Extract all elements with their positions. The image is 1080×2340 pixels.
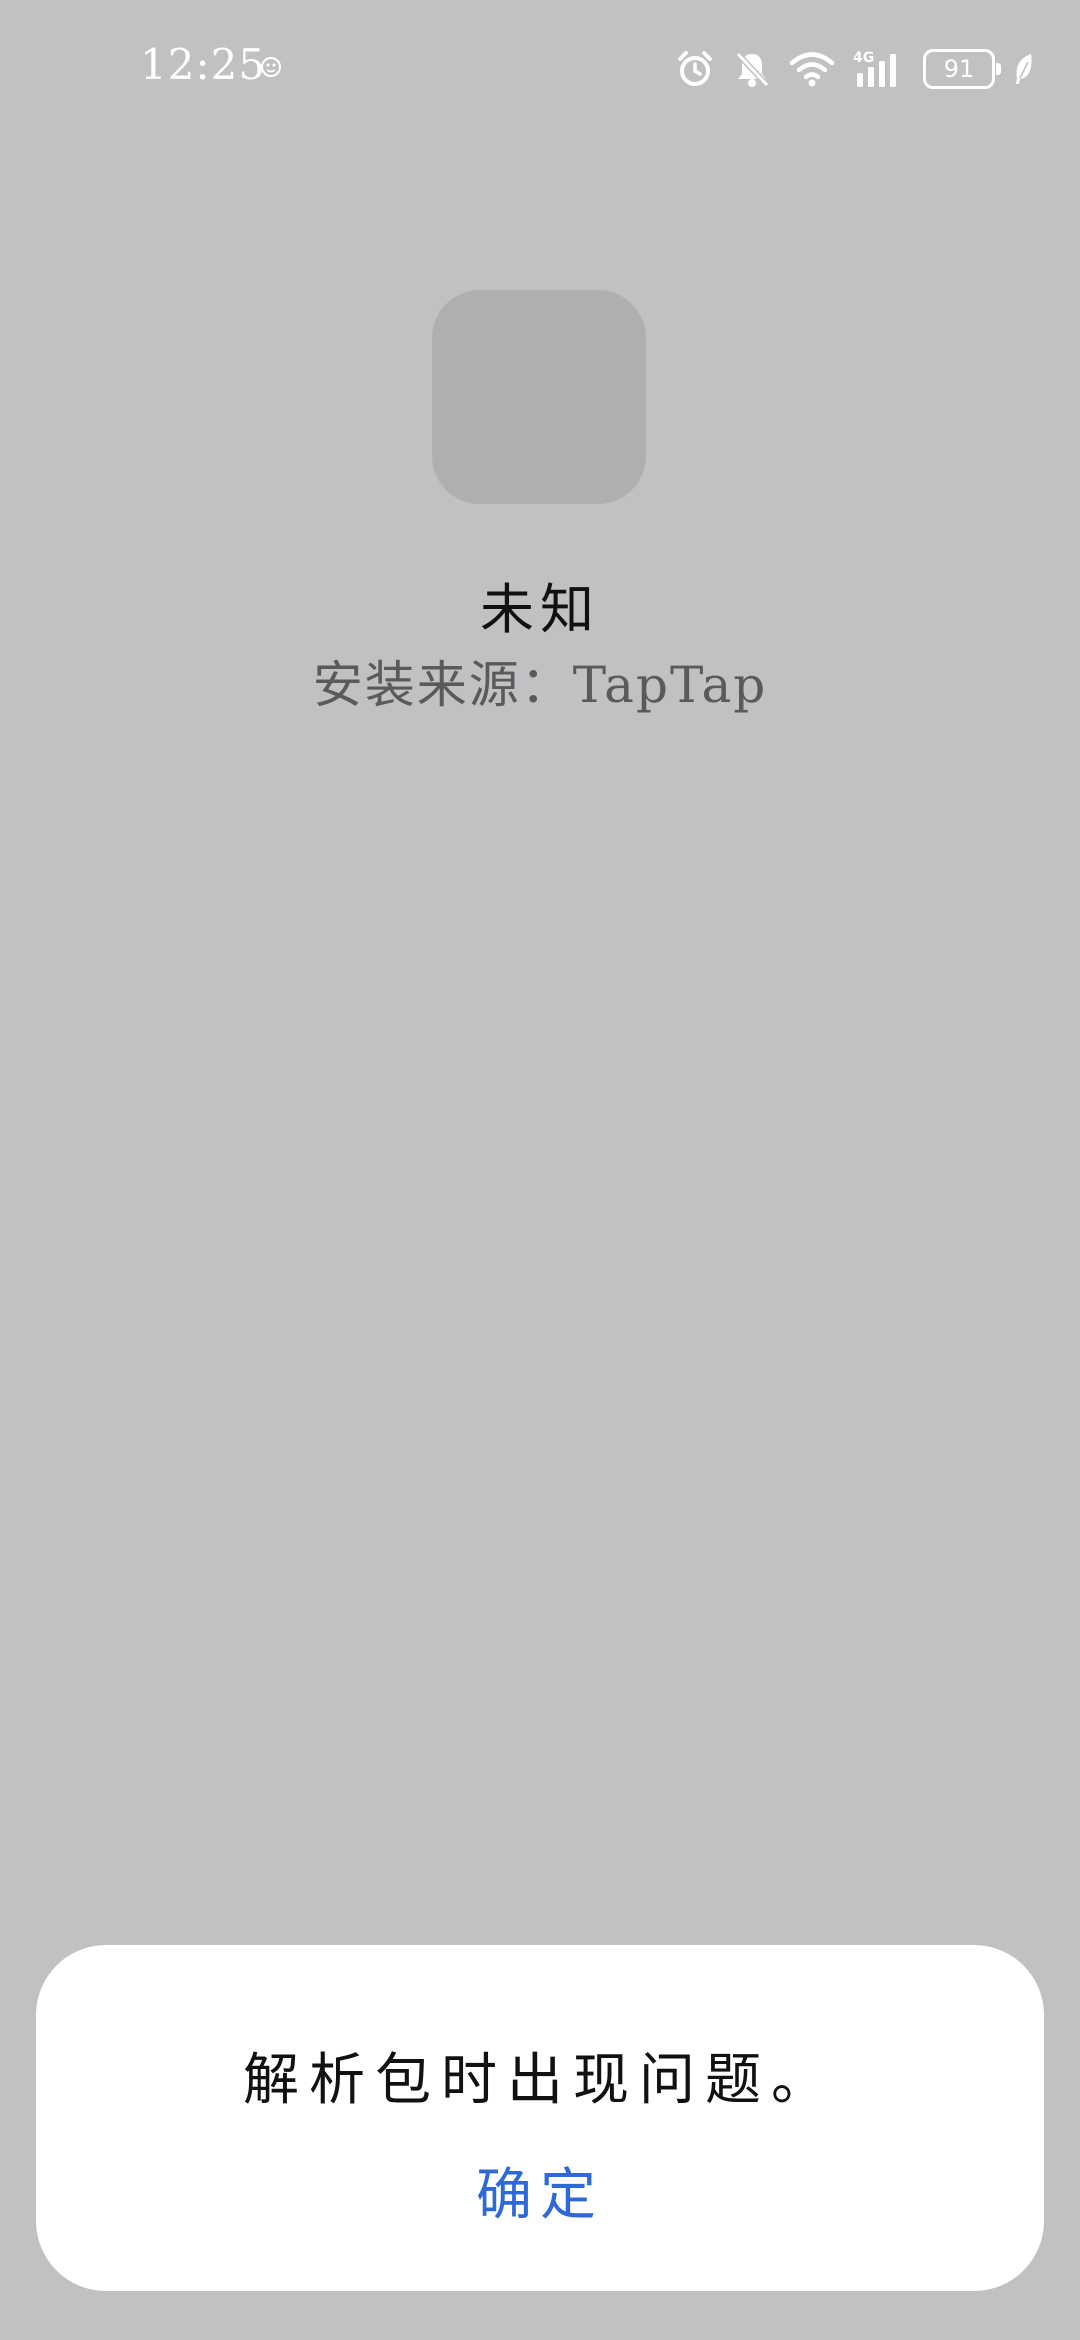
4g-signal-icon: 4G [853, 49, 905, 89]
app-icon-placeholder [432, 290, 646, 504]
bell-muted-icon [733, 49, 771, 89]
status-icons: 4G 91 [675, 44, 1035, 94]
status-time: 12:25 [140, 40, 267, 89]
leaf-icon [1013, 52, 1035, 86]
error-dialog: 解析包时出现问题。 确定 [36, 1945, 1044, 2291]
status-bar: 12:25 4G 91 [0, 0, 1080, 140]
installer-screen: 12:25 4G 91 未知 安装来源：TapTap 解析包时出现问题。 确定 [0, 0, 1080, 2340]
install-source: 安装来源：TapTap [312, 656, 768, 714]
battery-icon: 91 [923, 49, 1001, 89]
dialog-message: 解析包时出现问题。 [243, 2048, 837, 2113]
svg-text:4G: 4G [853, 50, 874, 66]
wifi-icon [789, 50, 835, 88]
battery-level: 91 [943, 55, 975, 83]
face-emoji-icon [260, 56, 282, 78]
app-name: 未知 [480, 578, 600, 641]
confirm-button[interactable]: 确定 [440, 2145, 640, 2235]
alarm-icon [675, 49, 715, 89]
